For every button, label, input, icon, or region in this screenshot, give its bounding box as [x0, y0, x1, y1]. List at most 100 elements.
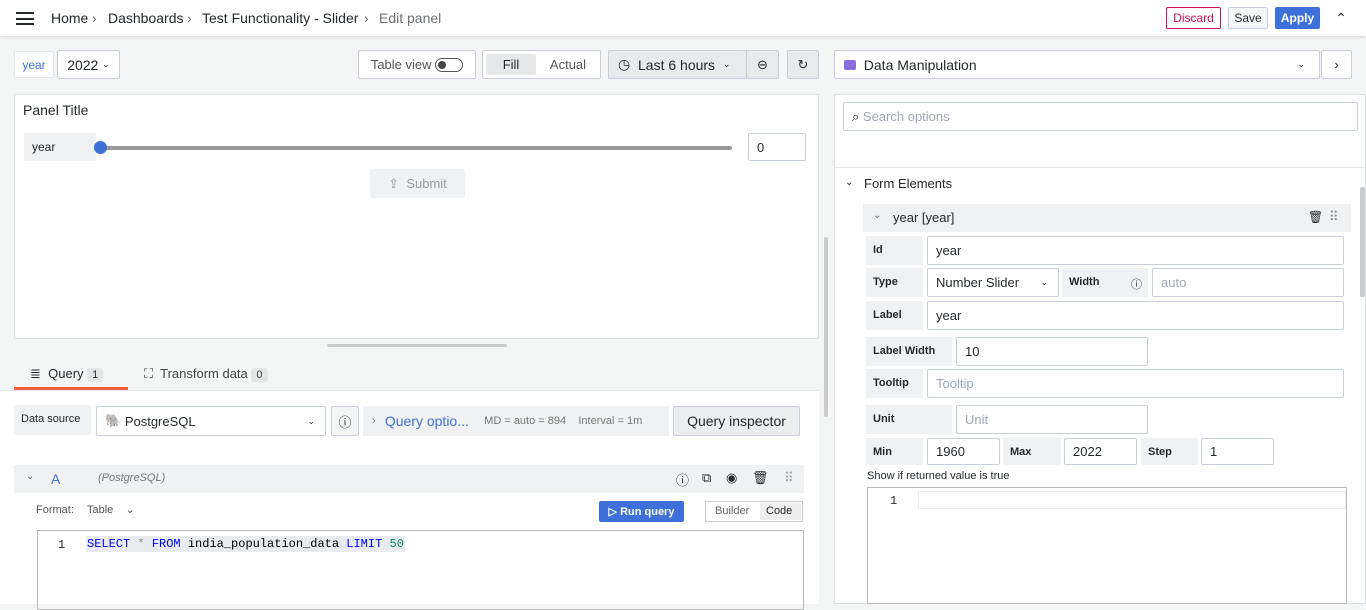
chevron-down-icon: ⌄ [722, 59, 731, 69]
transform-icon: ⛶ [144, 366, 154, 381]
show-if-label: Show if returned value is true [867, 470, 1010, 482]
builder-tab[interactable]: Builder [715, 505, 749, 517]
sql-code: SELECT * FROM india_population_data LIMI… [86, 536, 405, 552]
eye-icon[interactable]: ◉ [726, 470, 737, 486]
chevron-down-icon: ⌄ [873, 210, 882, 221]
step-label: Step [1141, 438, 1198, 465]
apply-button[interactable]: Apply [1275, 7, 1320, 29]
element-title: year [year] [893, 210, 955, 225]
query-editor-area: Data source 🐘 PostgreSQL ⌄ ⓘ › Query opti… [0, 390, 819, 610]
tab-query[interactable]: ≣ Query 1 [14, 362, 128, 390]
run-query-button[interactable]: ▷ Run query [599, 501, 684, 522]
expand-options-button[interactable]: › [1321, 50, 1352, 79]
scrollbar[interactable] [1360, 187, 1365, 297]
zoom-out-button[interactable]: ⊖ [746, 50, 779, 79]
info-icon[interactable]: ⓘ [1131, 276, 1142, 292]
sql-token: SELECT [87, 537, 131, 551]
actual-button[interactable]: Actual [538, 54, 598, 75]
sql-token: * [130, 537, 152, 551]
tab-transform[interactable]: ⛶ Transform data 0 [144, 366, 268, 382]
datasource-select[interactable]: 🐘 PostgreSQL ⌄ [96, 406, 326, 436]
visualization-picker[interactable]: Data Manipulation ⌄ [834, 50, 1320, 79]
type-select[interactable]: Number Slider ⌄ [927, 268, 1059, 297]
min-label: Min [866, 438, 923, 465]
element-header[interactable]: ⌄ year [year] 🗑 ⠿ [863, 204, 1351, 232]
label-width-input[interactable]: 10 [956, 337, 1148, 366]
slider-label: year [24, 133, 96, 161]
variable-select[interactable]: 2022 ⌄ [57, 50, 120, 79]
slider-track[interactable] [101, 146, 732, 150]
collapse-chevron-icon[interactable]: ⌄ [26, 471, 34, 482]
table-view-toggle[interactable]: Table view [358, 50, 476, 79]
sql-token: FROM [151, 537, 181, 551]
label-input[interactable]: year [927, 301, 1344, 330]
submit-button[interactable]: ⇪ Submit [370, 169, 465, 198]
unit-input[interactable]: Unit [956, 405, 1148, 434]
help-icon: ⓘ [338, 414, 352, 430]
duplicate-icon[interactable]: ⧉ [702, 470, 711, 486]
chevron-down-icon[interactable]: ⌄ [845, 177, 853, 188]
plugin-icon [844, 59, 856, 70]
max-label: Max [1003, 438, 1061, 465]
trash-icon[interactable]: 🗑 [1308, 210, 1323, 224]
menu-icon[interactable] [16, 12, 34, 25]
drag-handle-icon[interactable]: ⠿ [784, 470, 794, 486]
code-tab[interactable]: Code [760, 503, 801, 520]
chevron-down-icon: ⌄ [1040, 277, 1048, 287]
max-input[interactable]: 2022 [1064, 438, 1137, 465]
query-options[interactable]: › Query optio... MD = auto = 894 Interva… [363, 406, 669, 436]
chevron-down-icon: ⌄ [307, 415, 315, 426]
slider-handle[interactable] [94, 141, 107, 154]
query-inspector-button[interactable]: Query inspector [673, 406, 800, 436]
line-number: 1 [58, 538, 66, 552]
breadcrumb-home[interactable]: Home [51, 10, 88, 26]
refresh-icon: ↻ [797, 56, 809, 72]
breadcrumb-dashboard[interactable]: Test Functionality - Slider [202, 10, 358, 26]
top-bar: Home › Dashboards › Test Functionality -… [0, 0, 1366, 36]
datasource-label: Data source [14, 405, 91, 435]
line-number: 1 [890, 494, 898, 508]
min-input[interactable]: 1960 [927, 438, 1000, 465]
tooltip-input[interactable]: Tooltip [927, 369, 1344, 398]
trash-icon[interactable]: 🗑 [752, 470, 769, 486]
drag-handle-icon[interactable]: ⠿ [1329, 209, 1339, 225]
search-options-input[interactable]: ⌕ Search options [843, 102, 1358, 131]
toggle-switch[interactable] [435, 57, 464, 72]
fill-actual-group: Fill Actual [482, 50, 601, 79]
play-icon: ▷ [608, 506, 617, 518]
sql-token: india_population_data [180, 537, 347, 551]
step-input[interactable]: 1 [1201, 438, 1274, 465]
collapse-icon[interactable]: ⌃ [1329, 6, 1353, 30]
type-label: Type [866, 268, 923, 297]
width-input[interactable]: auto [1152, 268, 1344, 297]
label-label: Label [866, 301, 923, 330]
fill-button[interactable]: Fill [486, 54, 536, 75]
query-ref-name[interactable]: A [51, 471, 60, 487]
id-input[interactable]: year [927, 236, 1344, 265]
transform-count-badge: 0 [251, 368, 268, 382]
breadcrumb-current: Edit panel [379, 10, 442, 26]
chevron-down-icon: ⌄ [1297, 59, 1305, 69]
breadcrumb-dashboards[interactable]: Dashboards [108, 10, 184, 26]
builder-code-toggle: Builder Code [705, 501, 803, 522]
show-if-editor[interactable]: 1 [867, 487, 1347, 604]
sql-token: 50 [382, 537, 404, 551]
query-count-badge: 1 [87, 368, 104, 382]
save-button[interactable]: Save [1228, 7, 1268, 29]
slider-value-input[interactable]: 0 [748, 133, 806, 161]
sql-token: LIMIT [346, 537, 383, 551]
tooltip-label: Tooltip [866, 369, 923, 398]
format-select[interactable]: Table ⌄ [87, 503, 135, 516]
label-width-label: Label Width [866, 337, 952, 366]
help-icon[interactable]: ⓘ [676, 470, 689, 489]
resize-handle[interactable] [327, 344, 507, 347]
refresh-button[interactable]: ↻ [787, 50, 819, 79]
variable-label: year [14, 51, 54, 78]
sql-editor[interactable]: 1 SELECT * FROM india_population_data LI… [37, 530, 804, 610]
datasource-help-button[interactable]: ⓘ [331, 406, 359, 436]
vertical-resize-handle[interactable] [824, 237, 828, 417]
discard-button[interactable]: Discard [1166, 7, 1221, 29]
section-form-elements[interactable]: Form Elements [864, 176, 952, 191]
time-range-picker[interactable]: ◷ Last 6 hours ⌄ [608, 50, 747, 79]
unit-label: Unit [866, 405, 952, 434]
